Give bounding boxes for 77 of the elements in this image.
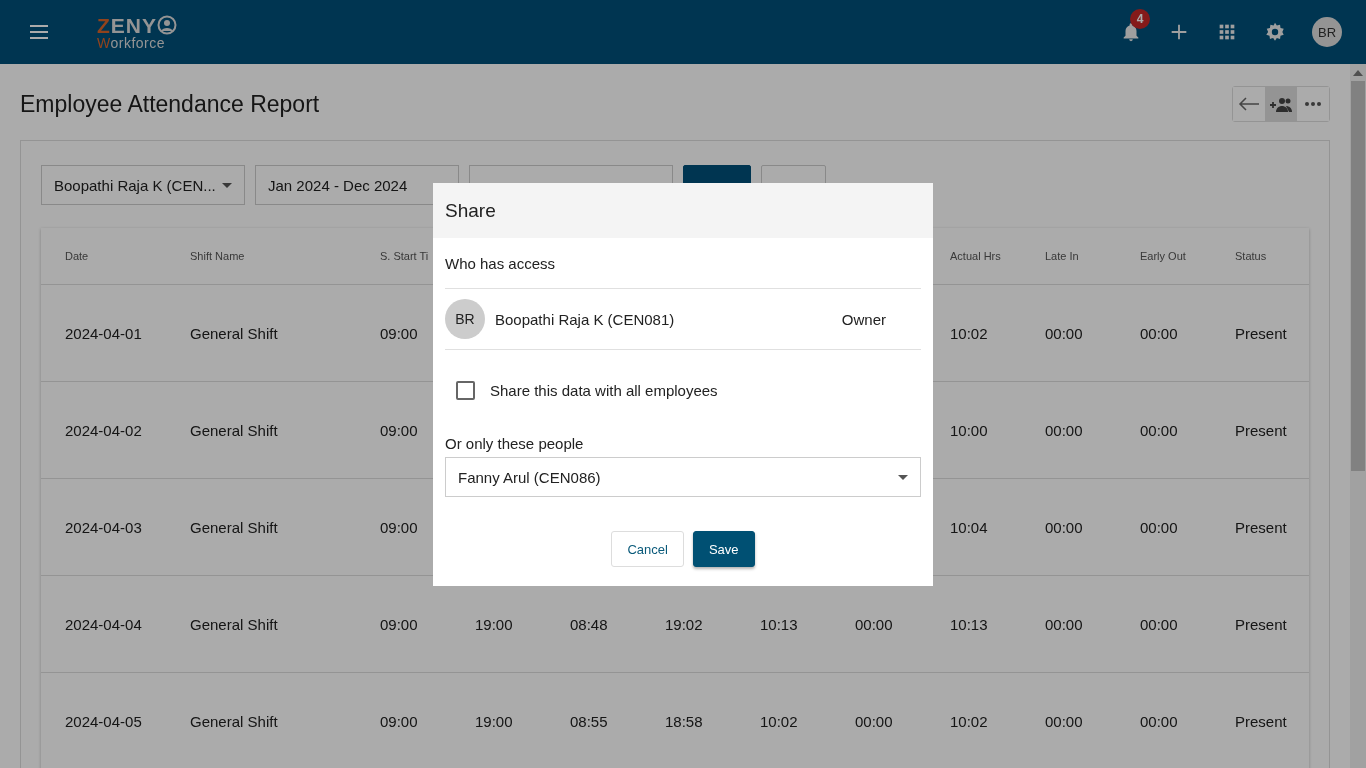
date-range-field[interactable]: Jan 2024 - Dec 2024 (255, 165, 459, 205)
table-cell-text: 2024-04-04 (65, 615, 143, 633)
table-cell-text: Present (1235, 615, 1288, 633)
settings-icon[interactable] (1264, 21, 1286, 43)
table-cell-text: 10:13 (760, 615, 799, 633)
column-header: Late In (1045, 250, 1080, 262)
user-avatar: BR (445, 299, 485, 339)
table-cell-text: 19:00 (475, 615, 514, 633)
table-cell-text: Present (1235, 518, 1288, 536)
table-cell-text: General Shift (190, 421, 279, 439)
table-cell-text: 18:58 (665, 712, 704, 730)
table-cell-text: 00:00 (1045, 615, 1084, 633)
table-cell-text: 00:00 (1045, 421, 1084, 439)
table-cell-text: 10:13 (950, 615, 989, 633)
table-cell-text: Present (1235, 324, 1288, 342)
table-cell-text: 09:00 (380, 421, 419, 439)
people-select[interactable]: Fanny Arul (CEN086) (445, 457, 921, 497)
table-cell-text: 10:02 (950, 712, 989, 730)
table-cell-text: 08:55 (570, 712, 609, 730)
column-header: Early Out (1140, 250, 1187, 262)
caret-icon (222, 182, 232, 188)
table-cell-text: 00:00 (1140, 712, 1179, 730)
scrollbar[interactable] (1350, 64, 1366, 768)
checkbox-label[interactable]: Share this data with all employees (490, 382, 718, 399)
column-header: Date (65, 250, 90, 262)
table-cell-text: General Shift (190, 712, 279, 730)
table-cell-text: 2024-04-03 (65, 518, 143, 536)
table-cell-text: 00:00 (1140, 421, 1179, 439)
table-cell-text: 19:02 (665, 615, 704, 633)
save-button[interactable]: Save (692, 531, 755, 567)
user-avatar[interactable]: BR (1312, 17, 1342, 47)
column-header: Actual Hrs (950, 250, 1002, 262)
notification-badge: 4 (1130, 9, 1150, 29)
table-cell-text: 10:04 (950, 518, 989, 536)
table-cell-text: 09:00 (380, 712, 419, 730)
table-cell-text: 19:00 (475, 712, 514, 730)
table-cell-text: 09:00 (380, 615, 419, 633)
scroll-up-arrow-icon[interactable] (1353, 70, 1363, 76)
table-cell-text: 2024-04-05 (65, 712, 143, 730)
table-cell-text: 00:00 (855, 712, 894, 730)
back-arrow-icon (1238, 96, 1260, 112)
menu-icon[interactable] (28, 24, 50, 40)
employee-select[interactable]: Boopathi Raja K (CEN... (41, 165, 245, 205)
table-cell-text: 00:00 (1045, 518, 1084, 536)
owner-name: Boopathi Raja K (CEN081) (495, 310, 675, 328)
share-button[interactable] (1265, 87, 1297, 121)
table-cell-text: 00:00 (1140, 518, 1179, 536)
table-cell-text: General Shift (190, 518, 279, 536)
table-cell-text: 08:48 (570, 615, 609, 633)
table-cell-text: Present (1235, 421, 1288, 439)
table-cell-text: 09:00 (380, 518, 419, 536)
checkbox[interactable] (456, 381, 475, 400)
column-header: Status (1235, 250, 1268, 262)
people-label: Or only these people (445, 435, 584, 452)
table-cell-text: 00:00 (855, 615, 894, 633)
table-cell-text: General Shift (190, 324, 279, 342)
table-cell-text: 00:00 (1140, 615, 1179, 633)
table-cell-text: 00:00 (1045, 712, 1084, 730)
table-cell-text: 2024-04-02 (65, 421, 143, 439)
access-label: Who has access (445, 254, 556, 272)
table-cell-text: Present (1235, 712, 1288, 730)
add-people-icon (1270, 96, 1292, 112)
table-cell-text: 00:00 (1045, 324, 1084, 342)
table-cell-text: 00:00 (1140, 324, 1179, 342)
table-cell-text: 10:02 (760, 712, 799, 730)
cancel-button[interactable]: Cancel (611, 531, 684, 567)
caret-icon (898, 474, 908, 480)
table-cell-text: 10:02 (950, 324, 989, 342)
table-cell-text: 10:00 (950, 421, 989, 439)
column-header: Shift Name (190, 250, 246, 262)
column-header: S. Start Ti (380, 250, 430, 262)
table-cell-text: General Shift (190, 615, 279, 633)
table-cell-text: 2024-04-01 (65, 324, 143, 342)
table-cell-text: 09:00 (380, 324, 419, 342)
owner-role: Owner (841, 310, 886, 328)
page-title: Employee Attendance Report (20, 90, 321, 118)
logo: ZENY Workforce (97, 14, 177, 50)
